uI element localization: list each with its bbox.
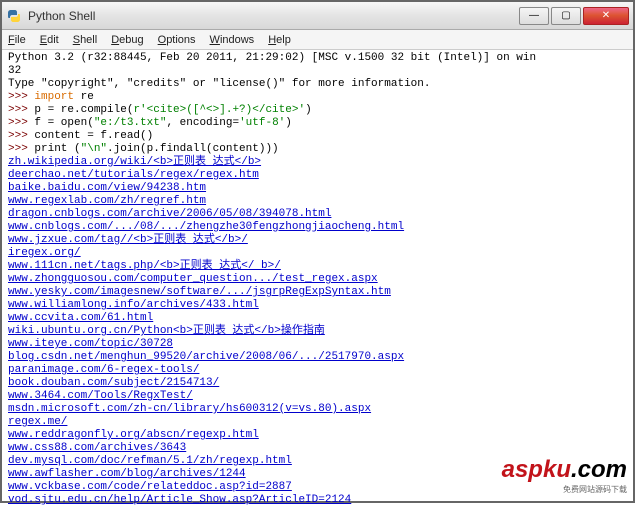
string-literal: "\n" [81, 143, 107, 155]
output-line: www.iteye.com/topic/30728 [8, 338, 627, 351]
code-text: p = re.compile( [34, 104, 133, 116]
menu-shell[interactable]: Shell [73, 34, 97, 46]
output-line: msdn.microsoft.com/zh-cn/library/hs60031… [8, 403, 627, 416]
output-line: regex.me/ [8, 416, 627, 429]
menu-edit[interactable]: Edit [40, 34, 59, 46]
code-text: content = f.read() [34, 130, 153, 142]
output-line: www.css88.com/archives/3643 [8, 442, 627, 455]
output-line: wiki.ubuntu.org.cn/Python<b>正则表 达式</b>操作… [8, 325, 627, 338]
python-icon [6, 8, 22, 24]
close-button[interactable]: ✕ [583, 7, 629, 25]
output-line: book.douban.com/subject/2154713/ [8, 377, 627, 390]
string-literal: "e:/t3.txt" [94, 117, 167, 129]
menu-options[interactable]: Options [158, 34, 196, 46]
window-buttons: — ▢ ✕ [517, 7, 629, 25]
output-line: zh.wikipedia.org/wiki/<b>正则表 达式</b> [8, 156, 627, 169]
maximize-button[interactable]: ▢ [551, 7, 581, 25]
output-line: www.regexlab.com/zh/regref.htm [8, 195, 627, 208]
code-text: re [74, 91, 94, 103]
menu-file[interactable]: File [8, 34, 26, 46]
menubar: File Edit Shell Debug Options Windows He… [2, 30, 633, 50]
code-text: print ( [34, 143, 80, 155]
prompt: >>> [8, 91, 34, 103]
code-text: .join(p.findall(content))) [107, 143, 279, 155]
output-line: iregex.org/ [8, 247, 627, 260]
keyword: import [34, 91, 74, 103]
output-line: www.jzxue.com/tag//<b>正则表 达式</b>/ [8, 234, 627, 247]
string-literal: 'utf-8' [239, 117, 285, 129]
output: zh.wikipedia.org/wiki/<b>正则表 达式</b>deerc… [8, 156, 627, 507]
titlebar[interactable]: Python Shell — ▢ ✕ [2, 2, 633, 30]
output-line: vod.sjtu.edu.cn/help/Article_Show.asp?Ar… [8, 494, 627, 507]
output-line: deerchao.net/tutorials/regex/regex.htm [8, 169, 627, 182]
output-line: www.111cn.net/tags.php/<b>正则表 达式</ b>/ [8, 260, 627, 273]
output-line: www.williamlong.info/archives/433.html [8, 299, 627, 312]
minimize-button[interactable]: — [519, 7, 549, 25]
code-text: f = open( [34, 117, 93, 129]
output-line: www.reddragonfly.org/abscn/regexp.html [8, 429, 627, 442]
menu-help[interactable]: Help [268, 34, 291, 46]
shell-content[interactable]: Python 3.2 (r32:88445, Feb 20 2011, 21:2… [2, 50, 633, 509]
window-title: Python Shell [28, 9, 95, 23]
code-line: >>> content = f.read() [8, 130, 627, 143]
prompt: >>> [8, 117, 34, 129]
output-line: www.ccvita.com/61.html [8, 312, 627, 325]
watermark-sub: 免费网站源码下载 [502, 484, 627, 495]
prompt: >>> [8, 130, 34, 142]
prompt: >>> [8, 143, 34, 155]
watermark-logo: aspku.com [502, 456, 627, 484]
code-line: >>> f = open("e:/t3.txt", encoding='utf-… [8, 117, 627, 130]
menu-windows[interactable]: Windows [210, 34, 255, 46]
header-line: Type "copyright", "credits" or "license(… [8, 78, 627, 91]
code-text: ) [285, 117, 292, 129]
output-line: dragon.cnblogs.com/archive/2006/05/08/39… [8, 208, 627, 221]
string-literal: r'<cite>([^<>].+?)</cite>' [133, 104, 305, 116]
code-text: ) [305, 104, 312, 116]
header-line: 32 [8, 65, 627, 78]
output-line: www.yesky.com/imagesnew/software/.../jsg… [8, 286, 627, 299]
watermark: aspku.com 免费网站源码下载 [502, 456, 627, 495]
code-text: , encoding= [166, 117, 239, 129]
code-line: >>> import re [8, 91, 627, 104]
output-line: blog.csdn.net/menghun_99520/archive/2008… [8, 351, 627, 364]
menu-debug[interactable]: Debug [111, 34, 143, 46]
output-line: www.3464.com/Tools/RegxTest/ [8, 390, 627, 403]
prompt: >>> [8, 104, 34, 116]
code-line: >>> p = re.compile(r'<cite>([^<>].+?)</c… [8, 104, 627, 117]
output-line: www.zhongguosou.com/computer_question...… [8, 273, 627, 286]
code-line: >>> print ("\n".join(p.findall(content))… [8, 143, 627, 156]
output-line: baike.baidu.com/view/94238.htm [8, 182, 627, 195]
output-line: paranimage.com/6-regex-tools/ [8, 364, 627, 377]
output-line: www.cnblogs.com/.../08/.../zhengzhe30fen… [8, 221, 627, 234]
header-line: Python 3.2 (r32:88445, Feb 20 2011, 21:2… [8, 52, 627, 65]
